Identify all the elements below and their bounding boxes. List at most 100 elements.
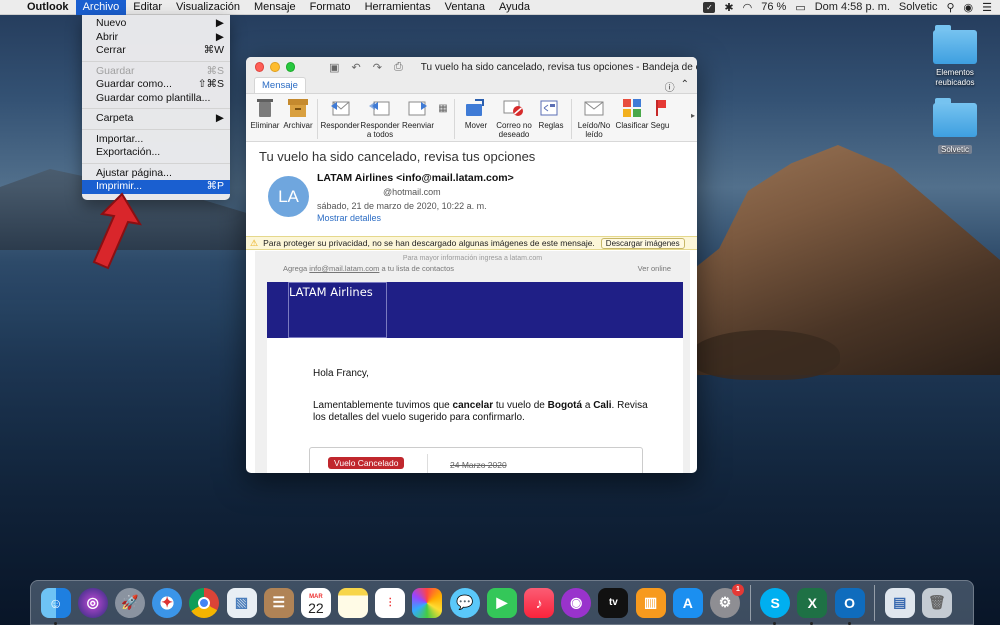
menu-item-cerrar[interactable]: Cerrar ⌘W [82,44,230,58]
print-icon[interactable]: ⎙ [394,61,403,74]
preview-icon[interactable]: ▧ [226,587,257,618]
notes-icon[interactable] [338,587,369,618]
add-contact-email[interactable]: info@mail.latam.com [309,264,379,273]
meeting-icon: ▦ [438,102,448,114]
menu-formato[interactable]: Formato [303,0,358,15]
mover-button[interactable]: Mover [458,97,494,130]
seguimiento-button[interactable]: Segu [651,97,669,130]
desktop-folder-solvetic[interactable]: Solvetic [930,98,980,154]
help-icon[interactable]: ⓘ [665,79,675,94]
red-arrow-icon [92,192,142,270]
downloads-stack-icon[interactable]: ▤ [884,587,915,618]
more-respond-button[interactable]: ▦ [435,97,451,121]
submenu-arrow-icon: ▶ [215,30,224,43]
menu-item-importar[interactable]: Importar... [82,133,230,147]
junk-icon [503,97,525,119]
close-button[interactable] [255,62,265,72]
books-icon[interactable]: ▥ [635,587,666,618]
outlook-icon[interactable]: O [834,587,865,625]
recipient[interactable]: @hotmail.com [383,187,441,197]
contacts-icon[interactable]: ☰ [263,587,294,618]
siri-icon[interactable]: ◉ [964,1,974,14]
menu-item-exportacion[interactable]: Exportación... [82,146,230,160]
responder-todos-label-1: Responder [360,121,400,130]
siri-icon[interactable]: ◎ [77,587,108,618]
excel-icon[interactable]: X [797,587,828,625]
calendar-icon[interactable]: MAR 22 [300,587,331,618]
download-images-button[interactable]: Descargar imágenes [600,237,685,249]
menu-item-abrir[interactable]: Abrir ▶ [82,31,230,45]
undo-icon[interactable]: ↶ [352,61,361,74]
finder-icon[interactable]: ☺ [40,587,71,625]
apple-menu-icon[interactable] [0,0,20,15]
reglas-label: Reglas [538,121,564,130]
menu-item-shortcut: ⌘P [206,180,224,192]
responder-button[interactable]: Responder [320,97,360,130]
bluetooth-icon[interactable]: ✱ [724,1,733,14]
chrome-icon[interactable] [189,587,220,618]
desktop-folder-elementos[interactable]: Elementos reubicados [930,25,980,88]
menu-outlook[interactable]: Outlook [20,0,76,15]
battery-icon[interactable]: ▭ [795,1,805,14]
messages-icon[interactable]: 💬 [449,587,480,618]
menu-archivo[interactable]: Archivo [75,0,127,15]
running-indicator [847,621,851,625]
tab-mensaje[interactable]: Mensaje [254,77,306,93]
menu-ventana[interactable]: Ventana [438,0,492,15]
photos-icon[interactable] [412,587,443,618]
menu-item-guardar-plantilla[interactable]: Guardar como plantilla... [82,92,230,106]
running-indicator [773,621,777,625]
skype-icon[interactable]: S [760,587,791,625]
trash-icon[interactable]: 🗑 [921,587,952,618]
ribbon-more-icon[interactable]: ▸ [691,97,695,120]
spotlight-icon[interactable]: ⚲ [946,1,954,14]
safari-icon[interactable]: ✦ [152,587,183,618]
launchpad-icon[interactable]: 🚀 [114,587,145,618]
user-name[interactable]: Solvetic [899,1,938,13]
wifi-icon[interactable]: ◠ [743,1,753,14]
sender[interactable]: LATAM Airlines <info@mail.latam.com> [317,172,514,184]
menu-mensaje[interactable]: Mensaje [247,0,303,15]
show-details-link[interactable]: Mostrar detalles [317,213,381,223]
save-icon[interactable]: ▣ [329,61,339,74]
reglas-button[interactable]: Reglas [534,97,568,130]
correo-no-deseado-button[interactable]: Correo no deseado [494,97,534,139]
leido-button[interactable]: Leído/No leído [575,97,613,139]
banner-alt-text: LATAM Airlines [289,285,373,299]
status-area: ✓ ✱ ◠ 76 % ▭ Dom 4:58 p. m. Solvetic ⚲ ◉… [703,0,1000,15]
status-app-icon[interactable]: ✓ [703,1,716,13]
desktop-icon-label: Elementos reubicados [935,68,975,87]
eliminar-button[interactable]: Eliminar [248,97,282,130]
email-top-info[interactable]: Para mayor información ingresa a latam.c… [255,255,690,262]
system-preferences-icon[interactable]: ⚙ 1 [709,583,744,618]
clock[interactable]: Dom 4:58 p. m. [815,1,890,13]
menu-editar[interactable]: Editar [126,0,169,15]
app-store-icon[interactable]: A [672,587,703,618]
message-date: sábado, 21 de marzo de 2020, 10:22 a. m. [317,201,487,211]
responder-todos-button[interactable]: Responder a todos [359,97,401,139]
apple-tv-icon[interactable]: tv [598,587,629,618]
menu-item-guardar-como[interactable]: Guardar como... ⇧⌘S [82,78,230,92]
menu-item-ajustar[interactable]: Ajustar página... [82,167,230,181]
battery-percent[interactable]: 76 % [761,1,786,13]
minimize-button[interactable] [270,62,280,72]
archivar-button[interactable]: Archivar [282,97,314,130]
zoom-button[interactable] [285,62,296,72]
desktop-icon-label: Solvetic [937,145,972,154]
menu-item-carpeta[interactable]: Carpeta ▶ [82,112,230,126]
menu-item-nuevo[interactable]: Nuevo ▶ [82,17,230,31]
notification-center-icon[interactable]: ☰ [982,1,992,14]
menu-visualizacion[interactable]: Visualización [169,0,247,15]
menu-herramientas[interactable]: Herramientas [358,0,438,15]
facetime-icon[interactable]: ▶ [486,587,517,618]
music-icon[interactable]: ♪ [524,587,555,618]
reenviar-button[interactable]: Reenviar [401,97,435,130]
notification-badge: 1 [731,583,744,596]
ver-online-link[interactable]: Ver online [638,264,671,273]
redo-icon[interactable]: ↷ [373,61,382,74]
menu-ayuda[interactable]: Ayuda [492,0,537,15]
clasificar-button[interactable]: Clasificar [613,97,651,130]
collapse-ribbon-icon[interactable]: ⌃ [681,79,689,94]
podcasts-icon[interactable]: ◉ [561,587,592,618]
reminders-icon[interactable]: ⋮ [375,587,406,618]
